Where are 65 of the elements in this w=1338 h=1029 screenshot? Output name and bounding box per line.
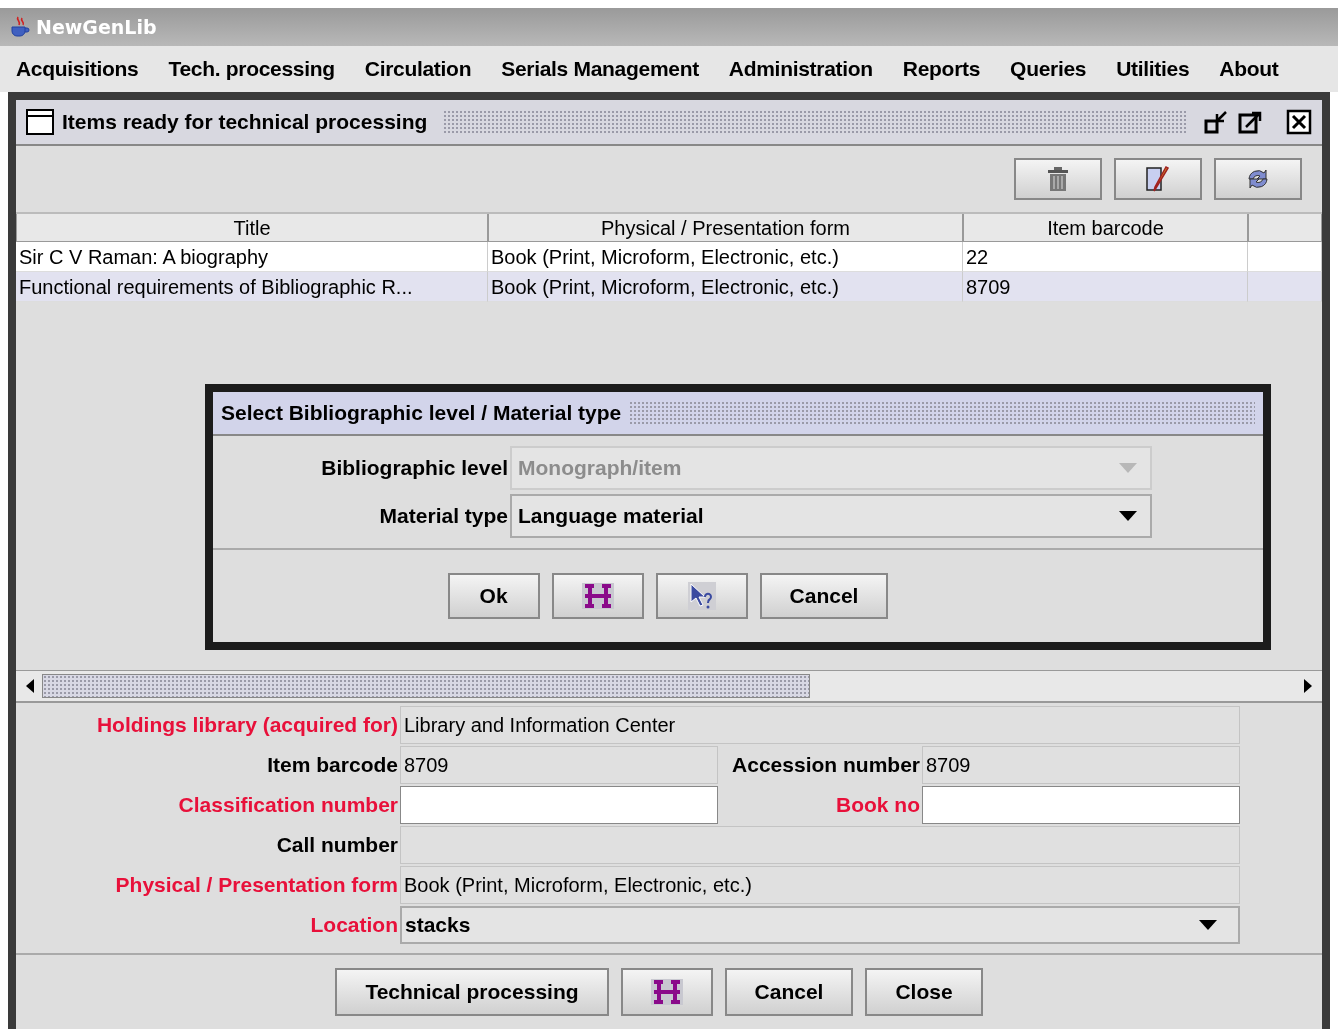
- scroll-left-icon[interactable]: [24, 678, 36, 694]
- dialog-title: Select Bibliographic level / Material type: [221, 401, 622, 425]
- help-button[interactable]: [655, 573, 748, 619]
- trash-icon: [1047, 166, 1069, 192]
- caret-icon: [1198, 919, 1218, 931]
- field-label: Call number: [275, 833, 399, 857]
- pencil-on-paper-icon: [1144, 165, 1172, 193]
- maximize-icon[interactable]: [1238, 109, 1264, 135]
- action-button[interactable]: Close: [865, 968, 983, 1016]
- field-label: Material type: [378, 504, 509, 528]
- field-label: Classification number: [177, 793, 399, 817]
- dropdown[interactable]: Language material: [510, 494, 1152, 538]
- menu-item[interactable]: Queries: [1010, 57, 1087, 81]
- field-label: Accession number: [731, 753, 921, 777]
- caret-icon: [1118, 510, 1138, 522]
- caret-icon: [1118, 462, 1138, 474]
- column-header[interactable]: Title: [16, 214, 488, 242]
- app-title: NewGenLib: [36, 16, 157, 38]
- hyphenation-button[interactable]: [551, 573, 644, 619]
- action-button[interactable]: Cancel: [724, 968, 854, 1016]
- dropdown[interactable]: stacks: [400, 906, 1240, 944]
- coffee-cup-icon: [8, 15, 32, 39]
- pointer-help-icon: [687, 582, 716, 610]
- menu-item[interactable]: Tech. processing: [168, 57, 335, 81]
- input-field[interactable]: [400, 786, 718, 824]
- field-label: Physical / Presentation form: [114, 873, 399, 897]
- input-field: Book (Print, Microform, Electronic, etc.): [400, 866, 1240, 904]
- close-icon[interactable]: [1286, 109, 1312, 135]
- input-field[interactable]: [922, 786, 1240, 824]
- column-header[interactable]: Item barcode: [963, 214, 1248, 242]
- delete-button[interactable]: [1014, 158, 1102, 200]
- field-label: Location: [309, 913, 399, 937]
- horizontal-scrollbar[interactable]: [16, 670, 1322, 703]
- hyphenation-icon: [650, 979, 683, 1005]
- restore-icon[interactable]: [1204, 109, 1230, 135]
- hyphenation-button[interactable]: [620, 968, 713, 1016]
- menu-item[interactable]: Acquisitions: [16, 57, 139, 81]
- refresh-button[interactable]: [1214, 158, 1302, 200]
- menu-item[interactable]: Utilities: [1116, 57, 1190, 81]
- menu-item[interactable]: Serials Management: [501, 57, 699, 81]
- dialog-button[interactable]: Cancel: [759, 573, 889, 619]
- table-row[interactable]: Sir C V Raman: A biography Book (Print, Microform, Electronic, etc.) 22: [16, 242, 1322, 272]
- menu-item[interactable]: Administration: [728, 57, 873, 81]
- edit-button[interactable]: [1114, 158, 1202, 200]
- input-field: Library and Information Center: [400, 706, 1240, 744]
- menu-item[interactable]: Reports: [902, 57, 981, 81]
- field-label: Holdings library (acquired for): [95, 713, 399, 737]
- table-cell: 8709: [963, 272, 1248, 302]
- input-field: 8709: [922, 746, 1240, 784]
- dialog-button[interactable]: Ok: [447, 573, 540, 619]
- table-cell: Book (Print, Microform, Electronic, etc.): [488, 272, 963, 302]
- input-field: 8709: [400, 746, 718, 784]
- table-cell: Functional requirements of Bibliographic R...: [16, 272, 488, 302]
- window-title: Items ready for technical processing: [62, 110, 428, 134]
- menu-item[interactable]: About: [1219, 57, 1279, 81]
- table-row[interactable]: Functional requirements of Bibliographic R... Book (Print, Microform, Electronic, etc.) 8709: [16, 272, 1322, 302]
- field-label: Book no: [835, 793, 921, 817]
- column-header[interactable]: Physical / Presentation form: [488, 214, 963, 242]
- field-label: Item barcode: [266, 753, 399, 777]
- scrollbar-thumb[interactable]: [42, 674, 810, 698]
- field-label: Bibliographic level: [320, 456, 509, 480]
- menu-item[interactable]: Circulation: [364, 57, 472, 81]
- scroll-right-icon[interactable]: [1302, 678, 1314, 694]
- hyphenation-icon: [581, 583, 614, 609]
- action-button[interactable]: Technical processing: [335, 968, 609, 1016]
